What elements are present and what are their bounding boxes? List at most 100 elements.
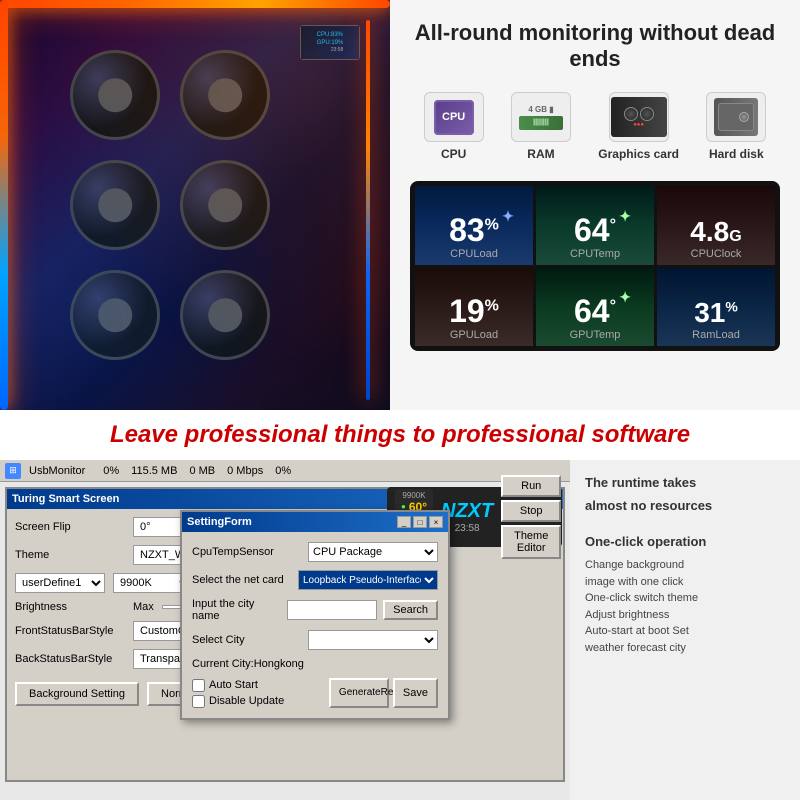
fan-2 (180, 50, 270, 140)
cpu-clock-value: 4.8G (690, 218, 741, 246)
gpu-brand-icon: ●●● (633, 122, 644, 128)
gpu-load-label: GPULoad (450, 329, 498, 341)
ram-monitor-label: RAM (527, 147, 554, 161)
cpu-load-label: CPULoad (450, 248, 498, 260)
generate-report-button[interactable]: GenerateReport (329, 678, 389, 708)
save-button[interactable]: Save (393, 678, 438, 708)
run-button[interactable]: Run (501, 475, 561, 497)
dialog-body: CpuTempSensor CPU Package Select the net… (182, 532, 448, 718)
net-card-select[interactable]: Loopback Pseudo-Interface 1 (298, 570, 438, 590)
gpu-load-value: 19% (449, 295, 499, 327)
taskbar: ⊞ UsbMonitor 0% 115.5 MB 0 MB 0 Mbps 0% (0, 460, 570, 482)
ram-load-label: RamLoad (692, 329, 740, 341)
hdd-icon (714, 98, 758, 136)
tagline: Leave professional things to professiona… (110, 421, 690, 449)
gpu-temp-value: 64° ✦ (574, 295, 616, 327)
fan-1 (70, 50, 160, 140)
select-city-row: Select City (192, 630, 438, 650)
city-name-input[interactable] (287, 600, 377, 620)
monitor-item-gpu: ●●● Graphics card (598, 92, 679, 161)
disable-update-row: Disable Update (192, 695, 284, 708)
preview-time: 23:58 (455, 523, 480, 534)
user-define-select[interactable]: userDefine1 (15, 573, 105, 593)
run-stop-buttons[interactable]: Run Stop Theme Editor (501, 475, 561, 559)
gpu-temp-label: GPUTemp (570, 329, 621, 341)
fan-3 (70, 160, 160, 250)
city-name-row: Input the city name Search (192, 598, 438, 622)
select-city-label: Select City (192, 634, 302, 646)
hdd-monitor-label: Hard disk (709, 147, 764, 161)
theme-editor-button[interactable]: Theme Editor (501, 525, 561, 559)
hdd-visual (718, 103, 754, 131)
case-display-inner: CPU:83% GPU:19% 23:58 (301, 26, 359, 59)
ram-icon-wrapper: 4 GB ▮ |||||||| (519, 105, 563, 130)
dialog-action-buttons[interactable]: GenerateReport Save (329, 678, 438, 708)
hdd-platter (739, 112, 749, 122)
taskbar-title: UsbMonitor (29, 465, 85, 477)
net-card-row: Select the net card Loopback Pseudo-Inte… (192, 570, 438, 590)
search-button[interactable]: Search (383, 600, 438, 620)
cpu-temp-sensor-select[interactable]: CPU Package (308, 542, 438, 562)
brightness-label: Brightness (15, 601, 125, 613)
bg-setting-button[interactable]: Background Setting (15, 682, 139, 706)
gpu-temp-star-icon: ✦ (619, 290, 631, 304)
cpu-clock-label: CPUClock (691, 248, 742, 260)
stat-cell-ram-load: 31% RamLoad (657, 268, 775, 347)
gpu-temp-unit: ° (610, 297, 616, 314)
rgb-top (0, 0, 390, 8)
current-city-row: Current City:Hongkong (192, 658, 438, 670)
right-title-1b: almost no resources (585, 498, 785, 513)
right-panel: The runtime takes almost no resources On… (570, 460, 800, 800)
taskbar-stats: 0% 115.5 MB 0 MB 0 Mbps 0% (103, 465, 291, 477)
monitor-item-ram: 4 GB ▮ |||||||| RAM (511, 92, 571, 161)
dialog-maximize-button[interactable]: □ (413, 516, 427, 528)
taskbar-stat-gpu: 0% (275, 465, 291, 477)
auto-start-label: Auto Start (209, 679, 258, 691)
ram-icon-box: 4 GB ▮ |||||||| (511, 92, 571, 142)
taskbar-stat-disk: 0 MB (189, 465, 215, 477)
gpu-load-unit: % (485, 297, 499, 314)
monitoring-icons-row: CPU CPU 4 GB ▮ |||||||| RAM (410, 87, 780, 166)
cpu-temp-value: 64° ✦ (574, 214, 616, 246)
dialog-controls[interactable]: _ □ × (397, 516, 443, 528)
taskbar-stat-mem: 115.5 MB (131, 465, 177, 477)
stat-cell-cpu-load: 83% ✦ CPULoad (415, 186, 533, 265)
dialog-minimize-button[interactable]: _ (397, 516, 411, 528)
auto-start-checkbox[interactable] (192, 679, 205, 692)
dialog-titlebar: SettingForm _ □ × (182, 512, 448, 532)
gpu-fan-2 (640, 107, 654, 121)
taskbar-icon-symbol: ⊞ (9, 465, 17, 476)
disable-update-checkbox[interactable] (192, 695, 205, 708)
gpu-icon-box: ●●● (609, 92, 669, 142)
fan-6 (180, 270, 270, 360)
disable-update-label: Disable Update (209, 695, 284, 707)
stats-panel: 83% ✦ CPULoad 64° ✦ CPUTemp 4.8G CPUCloc… (410, 181, 780, 351)
middle-section: Leave professional things to professiona… (0, 410, 800, 460)
taskbar-icon: ⊞ (5, 463, 21, 479)
city-name-label: Input the city name (192, 598, 281, 622)
taskbar-stat-cpu: 0% (103, 465, 119, 477)
gpu-monitor-label: Graphics card (598, 147, 679, 161)
theme-label: Theme (15, 549, 125, 561)
preview-cpu-label: 9900K (401, 491, 427, 500)
spacer-1 (585, 521, 785, 526)
gpu-icon: ●●● (611, 97, 667, 137)
cpu-icon: CPU (434, 100, 474, 135)
cpu-monitor-label: CPU (441, 147, 466, 161)
select-city-select[interactable] (308, 630, 438, 650)
dialog-bottom-row: Auto Start Disable Update GenerateReport… (192, 678, 438, 708)
right-info-panel: All-round monitoring without dead ends C… (390, 0, 800, 410)
fan-5 (70, 270, 160, 360)
cpu-temp-sensor-label: CpuTempSensor (192, 546, 302, 558)
right-title-1a: The runtime takes (585, 475, 785, 490)
dialog-close-button[interactable]: × (429, 516, 443, 528)
pc-image: CPU:83% GPU:19% 23:58 (0, 0, 390, 410)
back-status-label: BackStatusBarStyle (15, 653, 125, 665)
stop-button[interactable]: Stop (501, 500, 561, 522)
monitoring-title: All-round monitoring without dead ends (410, 20, 780, 72)
cpu-icon-box: CPU (424, 92, 484, 142)
stat-cell-gpu-temp: 64° ✦ GPUTemp (536, 268, 654, 347)
rgb-left (0, 0, 8, 410)
fan-4 (180, 160, 270, 250)
settings-dialog: SettingForm _ □ × CpuTempSensor CPU Pack… (180, 510, 450, 720)
